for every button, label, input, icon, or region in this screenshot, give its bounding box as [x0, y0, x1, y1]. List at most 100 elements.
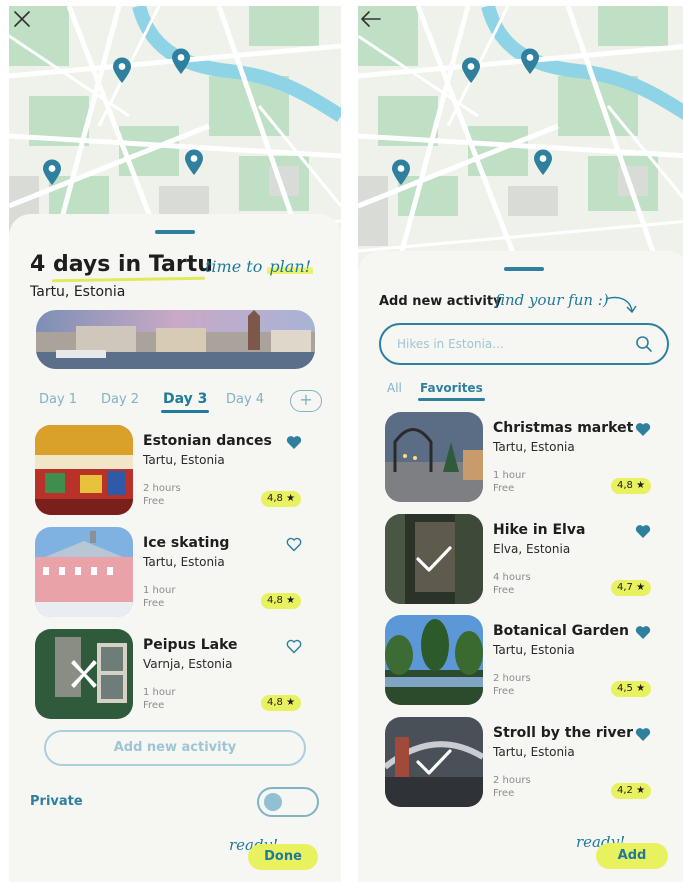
- done-button[interactable]: Done: [248, 844, 318, 870]
- sheet-title: Add new activity: [379, 294, 502, 309]
- rating-badge: 4,8 ★: [611, 478, 652, 494]
- activity-price: Free: [143, 496, 165, 507]
- activity-price: Free: [143, 598, 165, 609]
- activity-title: Estonian dances: [143, 433, 272, 449]
- activity-duration: 2 hours: [143, 483, 181, 494]
- map-pin-icon[interactable]: [112, 57, 132, 83]
- activity-duration: 4 hours: [493, 572, 531, 583]
- activity-image: [35, 425, 133, 515]
- map-pin-icon[interactable]: [42, 159, 62, 185]
- map-pin-icon[interactable]: [533, 149, 553, 175]
- map[interactable]: [358, 6, 683, 266]
- activity-card[interactable]: Hike in Elva Elva, Estonia 4 hours Free …: [385, 514, 665, 606]
- star-icon: ★: [286, 493, 296, 504]
- heart-icon[interactable]: [286, 435, 302, 450]
- activity-title: Botanical Garden: [493, 623, 629, 639]
- activity-title: Ice skating: [143, 535, 230, 551]
- heart-icon[interactable]: [635, 625, 651, 640]
- map-pin-icon[interactable]: [461, 57, 481, 83]
- search-bar: [379, 323, 669, 365]
- activity-title: Hike in Elva: [493, 522, 586, 538]
- activity-image: [385, 412, 483, 502]
- activity-duration: 2 hours: [493, 775, 531, 786]
- map-pin-icon[interactable]: [391, 159, 411, 185]
- heart-outline-icon[interactable]: [286, 639, 302, 654]
- activity-location: Tartu, Estonia: [493, 643, 575, 657]
- activity-card[interactable]: Peipus Lake Varnja, Estonia 1 hour Free …: [35, 629, 315, 721]
- check-icon[interactable]: [415, 544, 453, 574]
- map-drawing: [358, 6, 683, 266]
- map-pin-icon[interactable]: [184, 149, 204, 175]
- day-tabs: Day 1 Day 2 Day 3 Day 4 +: [29, 386, 322, 416]
- rating-badge: 4,8 ★: [261, 491, 302, 507]
- drag-handle[interactable]: [504, 267, 544, 271]
- bottom-sheet: 4 days in Tartu time to plan! Tartu, Est…: [9, 214, 341, 882]
- activity-card[interactable]: Botanical Garden Tartu, Estonia 2 hours …: [385, 615, 665, 707]
- activity-card[interactable]: Christmas market Tartu, Estonia 1 hour F…: [385, 412, 665, 504]
- activity-duration: 1 hour: [143, 585, 176, 596]
- private-label: Private: [30, 794, 83, 809]
- tab-all[interactable]: All: [387, 381, 402, 395]
- heart-icon[interactable]: [635, 524, 651, 539]
- activity-price: Free: [143, 700, 165, 711]
- activity-title: Stroll by the river: [493, 725, 634, 741]
- search-input[interactable]: [395, 334, 629, 354]
- rating-badge: 4,2 ★: [611, 783, 652, 799]
- rating-badge: 4,5 ★: [611, 681, 652, 697]
- check-icon[interactable]: [415, 747, 453, 777]
- star-icon: ★: [636, 582, 646, 593]
- trip-planner-screen: 4 days in Tartu time to plan! Tartu, Est…: [9, 6, 341, 882]
- heart-outline-icon[interactable]: [286, 537, 302, 552]
- heart-icon[interactable]: [635, 422, 651, 437]
- tab-day-4[interactable]: Day 4: [226, 392, 264, 407]
- star-icon: ★: [636, 785, 646, 796]
- map-pin-icon[interactable]: [520, 48, 540, 74]
- rating-badge: 4,8 ★: [261, 695, 302, 711]
- activity-price: Free: [493, 686, 515, 697]
- close-icon[interactable]: [9, 6, 35, 32]
- activity-price: Free: [493, 788, 515, 799]
- activity-duration: 1 hour: [143, 687, 176, 698]
- activity-location: Varnja, Estonia: [143, 657, 233, 671]
- trip-location: Tartu, Estonia: [30, 284, 126, 300]
- activity-card[interactable]: Stroll by the river Tartu, Estonia 2 hou…: [385, 717, 665, 809]
- bottom-sheet: Add new activity find your fun :) All Fa…: [358, 251, 683, 882]
- tab-favorites[interactable]: Favorites: [418, 381, 485, 401]
- activity-title: Christmas market: [493, 420, 634, 436]
- activity-location: Tartu, Estonia: [493, 440, 575, 454]
- activity-price: Free: [493, 483, 515, 494]
- activity-price: Free: [493, 585, 515, 596]
- activity-image: [385, 615, 483, 705]
- heart-icon[interactable]: [635, 727, 651, 742]
- tagline: find your fun :): [495, 291, 609, 309]
- tab-day-2[interactable]: Day 2: [101, 392, 139, 407]
- drag-handle[interactable]: [155, 230, 195, 234]
- x-icon[interactable]: [69, 659, 99, 689]
- arrow-left-icon[interactable]: [358, 6, 384, 32]
- city-banner-image: [36, 310, 315, 369]
- tab-day-1[interactable]: Day 1: [39, 392, 77, 407]
- private-toggle[interactable]: [257, 787, 319, 817]
- activity-location: Tartu, Estonia: [143, 555, 225, 569]
- add-activity-screen: Add new activity find your fun :) All Fa…: [358, 6, 683, 882]
- tagline: time to plan!: [205, 257, 314, 276]
- toggle-knob: [264, 793, 282, 811]
- star-icon: ★: [636, 683, 646, 694]
- activity-image: [35, 527, 133, 617]
- add-activity-button[interactable]: Add new activity: [44, 730, 306, 766]
- curved-arrow-icon: [605, 296, 637, 314]
- activity-duration: 2 hours: [493, 673, 531, 684]
- activity-title: Peipus Lake: [143, 637, 238, 653]
- rating-badge: 4,7 ★: [611, 580, 652, 596]
- activity-card[interactable]: Ice skating Tartu, Estonia 1 hour Free 4…: [35, 527, 315, 619]
- search-icon[interactable]: [635, 335, 653, 353]
- rating-badge: 4,8 ★: [261, 593, 302, 609]
- map-pin-icon[interactable]: [171, 48, 191, 74]
- activity-duration: 1 hour: [493, 470, 526, 481]
- star-icon: ★: [286, 697, 296, 708]
- tab-day-3[interactable]: Day 3: [160, 391, 210, 413]
- add-day-button[interactable]: +: [290, 390, 322, 412]
- activity-card[interactable]: Estonian dances Tartu, Estonia 2 hours F…: [35, 425, 315, 517]
- add-button[interactable]: Add: [596, 843, 668, 869]
- activity-location: Tartu, Estonia: [493, 745, 575, 759]
